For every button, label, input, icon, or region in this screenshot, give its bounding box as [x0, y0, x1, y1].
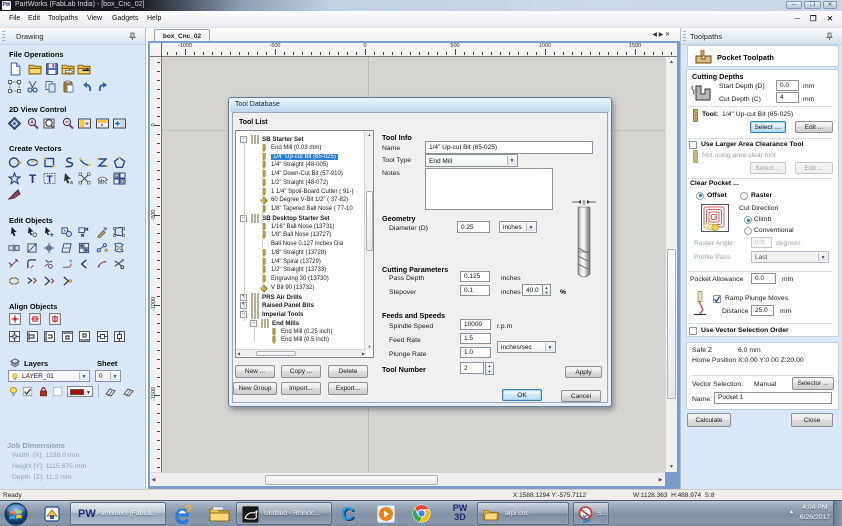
svg-text:T: T: [46, 175, 52, 186]
svg-text:T: T: [29, 172, 37, 185]
svg-text:0: 0: [583, 201, 586, 207]
svg-text:a: a: [70, 180, 73, 185]
svg-text:abc: abc: [98, 180, 108, 186]
